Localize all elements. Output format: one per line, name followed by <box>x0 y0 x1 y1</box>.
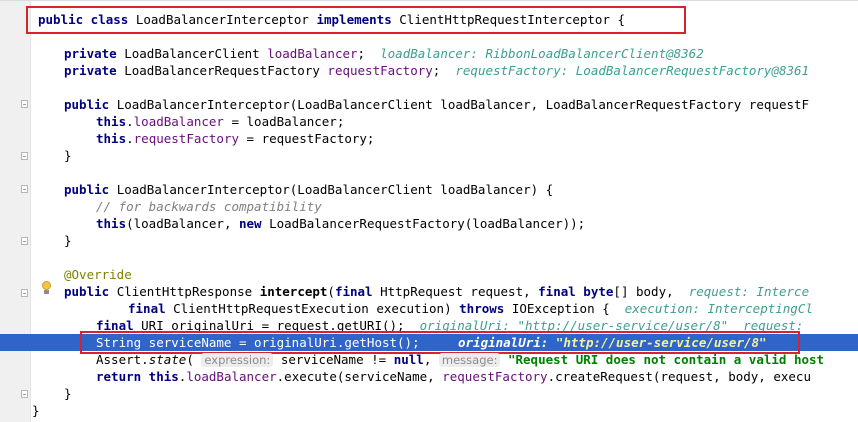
code-line: this.loadBalancer = loadBalancer; <box>96 114 345 129</box>
code-line: this.requestFactory = requestFactory; <box>96 131 375 146</box>
code-line: } <box>64 386 72 401</box>
code-line: } <box>64 233 72 248</box>
code-line: public ClientHttpResponse intercept(fina… <box>64 284 810 299</box>
debug-value-hint: loadBalancer: RibbonLoadBalancerClient@8… <box>380 46 704 61</box>
parameter-hint: message: <box>438 353 501 367</box>
code-line: } <box>32 403 40 418</box>
debug-value-hint: request: Interce <box>688 284 810 299</box>
code-line: this(loadBalancer, new LoadBalancerReque… <box>96 216 586 231</box>
code-line: @Override <box>64 267 132 282</box>
code-area[interactable]: public class LoadBalancerInterceptor imp… <box>0 1 858 422</box>
parameter-hint: expression: <box>201 353 274 367</box>
code-line: public LoadBalancerInterceptor(LoadBalan… <box>64 97 810 112</box>
highlight-box <box>26 6 686 34</box>
code-line: private LoadBalancerClient loadBalancer;… <box>64 46 704 61</box>
code-line: // for backwards compatibility <box>96 199 322 214</box>
code-editor[interactable]: public class LoadBalancerInterceptor imp… <box>0 0 858 422</box>
code-line: final ClientHttpRequestExecution executi… <box>128 301 813 316</box>
debug-value-hint: requestFactory: LoadBalancerRequestFacto… <box>455 63 810 78</box>
code-line: Assert.state( expression: serviceName !=… <box>96 352 825 367</box>
code-line: private LoadBalancerRequestFactory reque… <box>64 63 810 78</box>
code-line: public LoadBalancerInterceptor(LoadBalan… <box>64 182 554 197</box>
debug-value-hint: execution: InterceptingCl <box>624 301 813 316</box>
code-line: return this.loadBalancer.execute(service… <box>96 369 811 384</box>
code-line: } <box>64 148 72 163</box>
